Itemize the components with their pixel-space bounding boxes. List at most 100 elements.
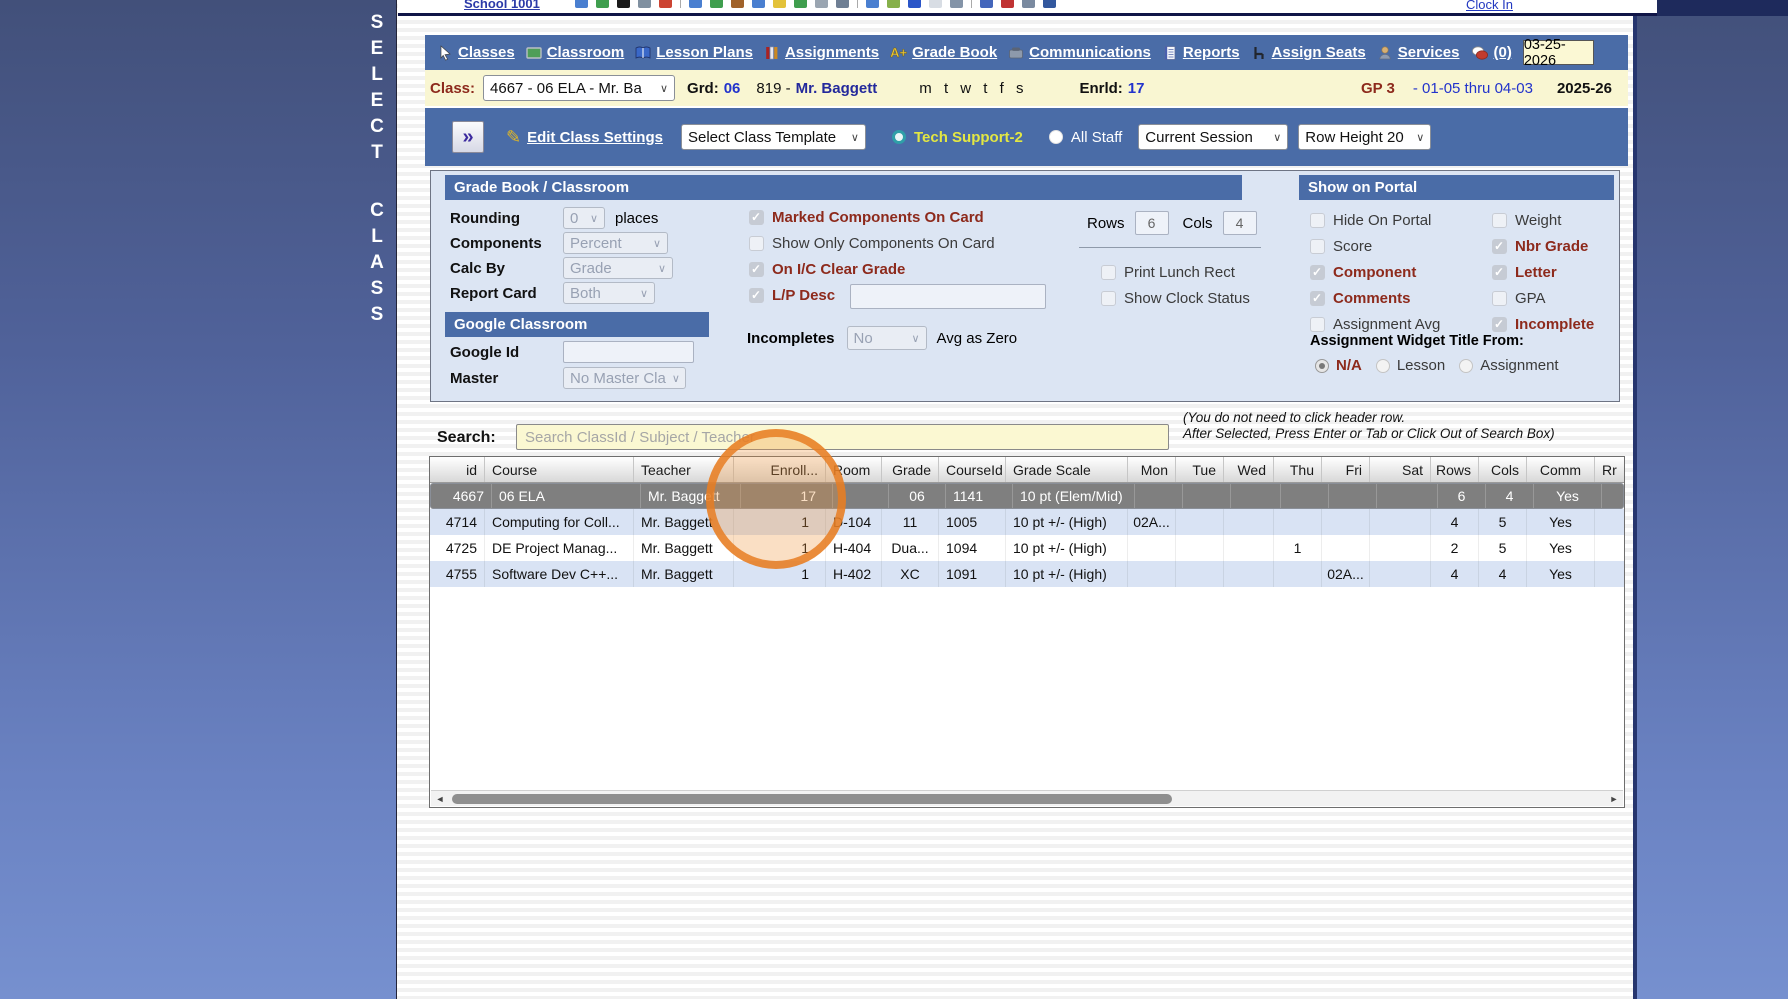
gpa-checkbox[interactable] (1492, 291, 1507, 306)
app-icon[interactable] (659, 0, 672, 8)
column-header-course[interactable]: Course (485, 457, 634, 482)
score-checkbox[interactable] (1310, 239, 1325, 254)
app-icon[interactable] (794, 0, 807, 8)
nav-assignments[interactable]: Assignments (764, 44, 879, 61)
app-icon[interactable] (1022, 0, 1035, 8)
column-header-comm[interactable]: Comm (1527, 457, 1595, 482)
nav-reports[interactable]: Reports (1162, 44, 1240, 61)
table-row[interactable]: 4714 Computing for Coll... Mr. Baggett 1 D-1… (430, 509, 1624, 535)
app-icon[interactable] (866, 0, 879, 8)
column-header-id[interactable]: id (430, 457, 485, 482)
app-icon[interactable] (773, 0, 786, 8)
nbr-grade-checkbox[interactable] (1492, 239, 1507, 254)
column-header-grade[interactable]: Grade (882, 457, 939, 482)
app-icon[interactable] (731, 0, 744, 8)
app-icon[interactable] (617, 0, 630, 8)
column-header-r[interactable]: Rr (1595, 457, 1624, 482)
nav-classroom[interactable]: Classroom (526, 44, 624, 61)
scroll-thumb[interactable] (452, 794, 1172, 804)
column-header-teacher[interactable]: Teacher (634, 457, 734, 482)
nav-grade-book[interactable]: A+ Grade Book (890, 44, 997, 61)
app-icon[interactable] (887, 0, 900, 8)
app-icon[interactable] (1043, 0, 1056, 8)
column-header-rows[interactable]: Rows (1431, 457, 1479, 482)
column-header-fri[interactable]: Fri (1322, 457, 1370, 482)
column-header-room[interactable]: Room (826, 457, 882, 482)
table-cell-course_id: 1094 (939, 535, 1006, 561)
expand-button[interactable]: » (452, 121, 484, 153)
nav-communications[interactable]: Communications (1008, 44, 1151, 61)
on-ic-clear-grade-checkbox[interactable] (749, 262, 764, 277)
app-icon[interactable] (836, 0, 849, 8)
app-icon[interactable] (596, 0, 609, 8)
marked-components-checkbox[interactable] (749, 210, 764, 225)
comments-checkbox[interactable] (1310, 291, 1325, 306)
incompletes-select[interactable]: No (846, 326, 927, 350)
search-input[interactable] (516, 424, 1169, 450)
clock-in-link[interactable]: Clock In (1466, 0, 1513, 12)
assignment-avg-checkbox[interactable] (1310, 317, 1325, 332)
date-display[interactable]: 03-25-2026 (1522, 37, 1594, 69)
session-select[interactable]: Current Session (1138, 124, 1289, 150)
incomplete-checkbox[interactable] (1492, 317, 1507, 332)
widget-assignment-radio[interactable] (1459, 358, 1474, 373)
row-height-select[interactable]: Row Height 20 (1298, 124, 1432, 150)
column-header-course_id[interactable]: CourseId (939, 457, 1006, 482)
letter-checkbox[interactable] (1492, 265, 1507, 280)
horizontal-scrollbar[interactable]: ◄ ► (431, 790, 1623, 806)
app-icon[interactable] (752, 0, 765, 8)
components-select[interactable]: Percent (563, 232, 668, 254)
app-icon[interactable] (980, 0, 993, 8)
class-select[interactable]: 4667 - 06 ELA - Mr. Ba (483, 75, 676, 101)
app-icon[interactable] (689, 0, 702, 8)
app-icon[interactable] (929, 0, 942, 8)
widget-lesson-radio[interactable] (1375, 358, 1390, 373)
scroll-right-arrow[interactable]: ► (1605, 794, 1623, 804)
edit-class-settings-link[interactable]: Edit Class Settings (527, 129, 663, 146)
app-icon[interactable] (710, 0, 723, 8)
scroll-left-arrow[interactable]: ◄ (431, 794, 449, 804)
nav-services[interactable]: Services (1377, 44, 1460, 61)
show-clock-checkbox[interactable] (1101, 291, 1116, 306)
school-link[interactable]: School 1001 (464, 0, 540, 11)
app-icon[interactable] (815, 0, 828, 8)
hide-on-portal-checkbox[interactable] (1310, 213, 1325, 228)
app-icon[interactable] (1001, 0, 1014, 8)
column-header-cols[interactable]: Cols (1479, 457, 1527, 482)
nav-classes[interactable]: Classes (437, 44, 515, 61)
widget-na-radio[interactable] (1315, 358, 1329, 373)
cols-input[interactable] (1222, 211, 1257, 235)
calc-by-select[interactable]: Grade (563, 257, 673, 279)
column-header-sat[interactable]: Sat (1370, 457, 1431, 482)
column-header-thu[interactable]: Thu (1274, 457, 1322, 482)
rounding-select[interactable]: 0 (563, 207, 605, 229)
table-row[interactable]: 4725 DE Project Manag... Mr. Baggett 1 H-404… (430, 535, 1624, 561)
lp-desc-input[interactable] (850, 284, 1046, 309)
app-icon[interactable] (638, 0, 651, 8)
show-only-components-checkbox[interactable] (749, 236, 764, 251)
nav-messages[interactable]: (0) (1471, 44, 1512, 61)
report-card-select[interactable]: Both (563, 282, 655, 304)
print-lunch-checkbox[interactable] (1101, 265, 1116, 280)
column-header-wed[interactable]: Wed (1224, 457, 1274, 482)
column-header-mon[interactable]: Mon (1128, 457, 1176, 482)
table-row[interactable]: 4667 06 ELA Mr. Baggett 17 06 1141 10 pt (Elem… (430, 483, 1624, 509)
all-staff-radio[interactable] (1048, 130, 1063, 144)
rows-input[interactable] (1134, 211, 1169, 235)
google-id-input[interactable] (563, 341, 694, 363)
app-icon[interactable] (575, 0, 588, 8)
weight-checkbox[interactable] (1492, 213, 1507, 228)
nav-assign-seats[interactable]: Assign Seats (1251, 44, 1366, 61)
app-icon[interactable] (950, 0, 963, 8)
class-template-select[interactable]: Select Class Template (680, 124, 866, 150)
column-header-enroll[interactable]: Enroll... (734, 457, 826, 482)
column-header-tue[interactable]: Tue (1176, 457, 1224, 482)
app-icon[interactable] (908, 0, 921, 8)
table-row[interactable]: 4755 Software Dev C++... Mr. Baggett 1 H-402… (430, 561, 1624, 587)
tech-support-radio[interactable] (891, 130, 906, 144)
master-select[interactable]: No Master Cla (563, 367, 686, 389)
column-header-scale[interactable]: Grade Scale (1006, 457, 1128, 482)
nav-lesson-plans[interactable]: Lesson Plans (635, 44, 753, 61)
component-checkbox[interactable] (1310, 265, 1325, 280)
lp-desc-checkbox[interactable] (749, 288, 764, 303)
